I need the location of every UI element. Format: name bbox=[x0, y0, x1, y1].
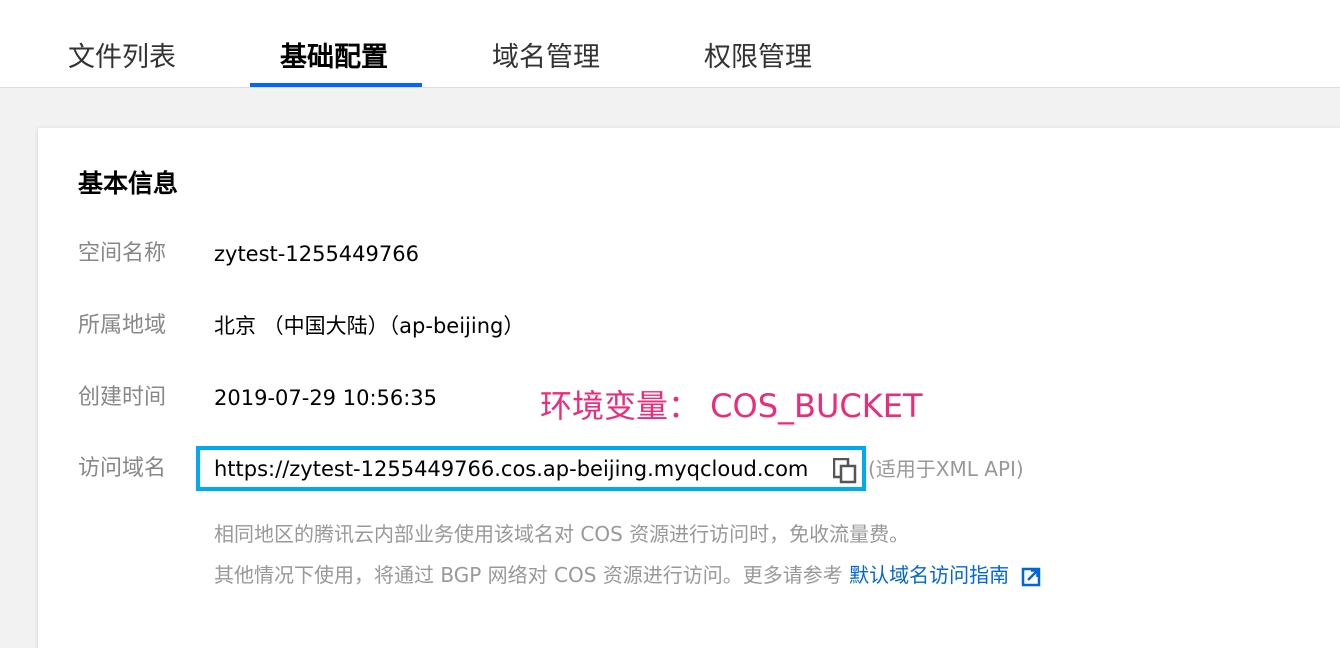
section-title: 基本信息 bbox=[78, 169, 179, 198]
external-link-icon[interactable] bbox=[1021, 567, 1041, 587]
copy-icon[interactable] bbox=[833, 458, 857, 484]
tab-file-list[interactable]: 文件列表 bbox=[68, 38, 176, 78]
tab-basic-config[interactable]: 基础配置 bbox=[280, 38, 388, 78]
tab-domain-management[interactable]: 域名管理 bbox=[492, 38, 600, 78]
access-domain-label: 访问域名 bbox=[78, 456, 167, 481]
bucket-name-label: 空间名称 bbox=[78, 241, 167, 266]
created-time-value: 2019-07-29 10:56:35 bbox=[214, 386, 438, 410]
access-domain-value: https://zytest-1255449766.cos.ap-beijing… bbox=[214, 457, 809, 481]
xml-api-note: (适用于XML API) bbox=[868, 457, 1024, 481]
tab-permission-management[interactable]: 权限管理 bbox=[704, 38, 812, 78]
region-label: 所属地域 bbox=[78, 313, 167, 338]
env-variable-annotation: 环境变量： COS_BUCKET bbox=[540, 387, 923, 425]
note-line-2-text: 其他情况下使用，将通过 BGP 网络对 COS 资源进行访问。更多请参考 bbox=[214, 563, 843, 587]
note-line-1: 相同地区的腾讯云内部业务使用该域名对 COS 资源进行访问时，免收流量费。 bbox=[214, 522, 910, 546]
note-line-2: 其他情况下使用，将通过 BGP 网络对 COS 资源进行访问。更多请参考 默认域… bbox=[214, 560, 1041, 590]
active-tab-indicator bbox=[250, 83, 422, 87]
region-value: 北京 （中国大陆）（ap-beijing） bbox=[214, 314, 525, 338]
created-time-label: 创建时间 bbox=[78, 385, 167, 410]
tab-bar: 文件列表 基础配置 域名管理 权限管理 bbox=[0, 0, 1340, 88]
default-domain-guide-link[interactable]: 默认域名访问指南 bbox=[849, 563, 1009, 587]
bucket-name-value: zytest-1255449766 bbox=[214, 242, 419, 266]
